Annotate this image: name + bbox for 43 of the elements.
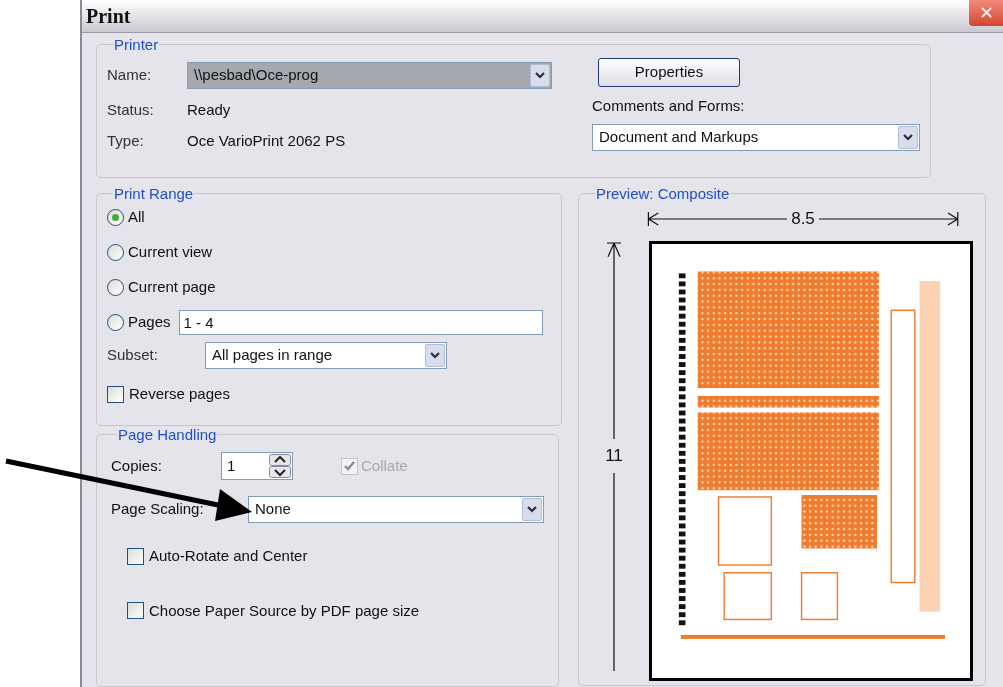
chevron-down-icon (535, 72, 545, 79)
subset-dropdown[interactable]: All pages in range (205, 342, 447, 369)
checkbox[interactable] (107, 385, 124, 403)
copies-spinner[interactable]: 1 (221, 452, 293, 480)
group-label: Preview: Composite (595, 186, 731, 201)
checkbox[interactable] (127, 602, 144, 620)
chevron-down-icon (903, 133, 913, 141)
chevron-down-icon (527, 506, 537, 513)
checkbox[interactable] (127, 547, 144, 565)
radio-button[interactable] (107, 314, 124, 331)
radio-label: Pages (128, 312, 171, 333)
chevron-down-icon (430, 352, 440, 359)
group-label: Print Range (113, 186, 195, 201)
checkbox-label: Collate (361, 455, 408, 476)
field-label: Status: (107, 100, 155, 120)
checkbox-label: Auto-Rotate and Center (149, 546, 308, 566)
radio-button[interactable] (107, 279, 124, 296)
checkbox-label: Reverse pages (129, 384, 230, 404)
height-label: 11 (605, 445, 623, 468)
checkbox-label: Choose Paper Source by PDF page size (149, 600, 420, 621)
page-scaling-dropdown[interactable]: None (248, 496, 544, 523)
radio-button[interactable] (107, 244, 124, 261)
field-label: Comments and Forms: (592, 96, 746, 116)
pages-field[interactable]: 1 - 4 (178, 310, 543, 335)
field-label: Page Scaling: (111, 499, 205, 520)
radio-label: All (128, 207, 145, 228)
type-value: Oce VarioPrint 2062 PS (187, 130, 346, 151)
properties-button[interactable]: Properties (598, 58, 740, 87)
field-label: Type: (107, 130, 145, 151)
checkmark-icon (344, 461, 355, 471)
status-value: Ready (187, 100, 231, 120)
field-label: Subset: (107, 345, 159, 366)
group-label: Page Handling (117, 427, 218, 442)
window-title: Print (86, 4, 131, 29)
printer-name-dropdown[interactable]: \\pesbad\Oce-prog (187, 62, 552, 89)
radio-button[interactable] (107, 209, 124, 226)
comments-dropdown[interactable]: Document and Markups (592, 123, 920, 151)
field-label: Copies: (111, 455, 163, 476)
width-label: 8.5 (790, 208, 816, 231)
radio-label: Current view (128, 242, 213, 263)
radio-label: Current page (128, 277, 216, 298)
field-label: Name: (107, 65, 153, 86)
group-label: Printer (113, 37, 160, 52)
